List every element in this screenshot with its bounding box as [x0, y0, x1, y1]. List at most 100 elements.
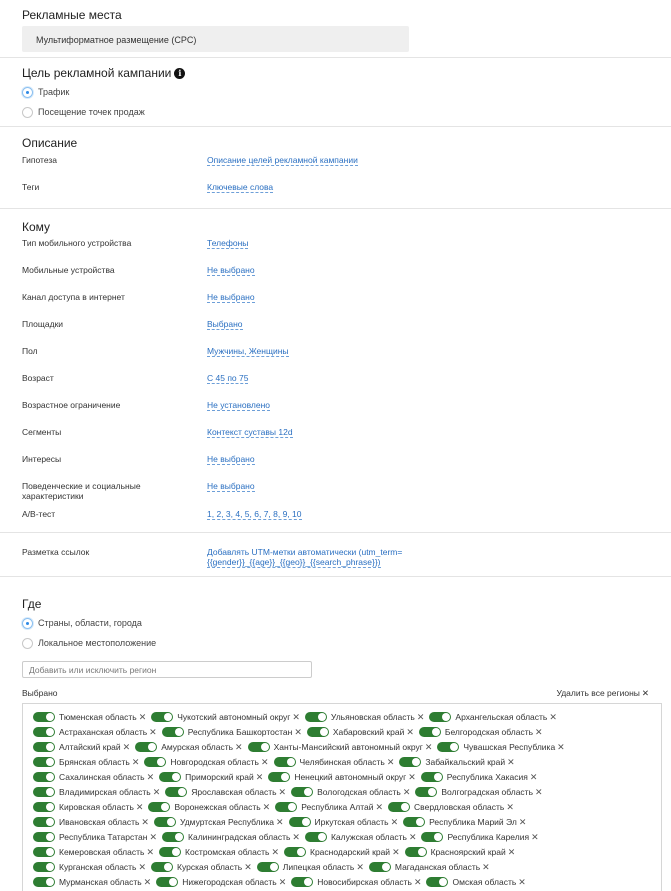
region-toggle[interactable] [148, 802, 171, 812]
remove-region-icon[interactable]: ✕ [235, 742, 243, 753]
region-toggle[interactable] [368, 862, 391, 872]
region-toggle[interactable] [275, 802, 298, 812]
remove-region-icon[interactable]: ✕ [391, 817, 399, 828]
remove-region-icon[interactable]: ✕ [153, 787, 161, 798]
region-toggle[interactable] [291, 877, 314, 887]
region-toggle[interactable] [33, 862, 55, 872]
region-toggle[interactable] [162, 832, 185, 842]
remove-region-icon[interactable]: ✕ [136, 802, 144, 813]
placement-value[interactable]: Мультиформатное размещение (CPC) [22, 26, 409, 52]
age-link[interactable]: С 45 по 75 [207, 373, 249, 384]
region-toggle[interactable] [33, 847, 55, 857]
region-toggle[interactable] [151, 712, 174, 722]
region-toggle[interactable] [421, 832, 444, 842]
remove-region-icon[interactable]: ✕ [518, 877, 526, 888]
device-type-link[interactable]: Телефоны [207, 238, 249, 249]
region-toggle[interactable] [426, 877, 449, 887]
remove-region-icon[interactable]: ✕ [123, 742, 131, 753]
region-toggle[interactable] [33, 757, 55, 767]
remove-region-icon[interactable]: ✕ [294, 727, 302, 738]
remove-region-icon[interactable]: ✕ [406, 727, 414, 738]
remove-region-icon[interactable]: ✕ [356, 862, 364, 873]
region-toggle[interactable] [135, 742, 158, 752]
region-toggle[interactable] [144, 757, 167, 767]
remove-region-icon[interactable]: ✕ [292, 832, 300, 843]
region-toggle[interactable] [33, 712, 55, 722]
remove-region-icon[interactable]: ✕ [271, 847, 279, 858]
region-toggle[interactable] [273, 757, 296, 767]
remove-region-icon[interactable]: ✕ [549, 712, 557, 723]
where-option-local[interactable]: Локальное местоположение [22, 636, 156, 650]
gender-link[interactable]: Мужчины, Женщины [207, 346, 289, 357]
utm-link-line2[interactable]: {{gender}}_{{age}}_{{geo}}_{{search_phra… [207, 557, 381, 568]
region-toggle[interactable] [156, 877, 179, 887]
region-toggle[interactable] [268, 772, 291, 782]
region-toggle[interactable] [284, 847, 306, 857]
where-option-regions[interactable]: Страны, области, города [22, 616, 142, 630]
region-toggle[interactable] [247, 742, 270, 752]
remove-region-icon[interactable]: ✕ [139, 862, 147, 873]
region-toggle[interactable] [304, 832, 327, 842]
remove-region-icon[interactable]: ✕ [279, 787, 287, 798]
remove-region-icon[interactable]: ✕ [409, 832, 417, 843]
remove-region-icon[interactable]: ✕ [530, 772, 538, 783]
remove-region-icon[interactable]: ✕ [535, 787, 543, 798]
remove-region-icon[interactable]: ✕ [276, 817, 284, 828]
region-search-input[interactable] [22, 661, 312, 678]
remove-region-icon[interactable]: ✕ [147, 772, 155, 783]
sites-link[interactable]: Выбрано [207, 319, 243, 330]
region-toggle[interactable] [165, 787, 188, 797]
remove-region-icon[interactable]: ✕ [425, 742, 433, 753]
region-toggle[interactable] [33, 817, 55, 827]
tags-link[interactable]: Ключевые слова [207, 182, 274, 193]
region-toggle[interactable] [33, 742, 55, 752]
info-icon[interactable]: i [174, 68, 186, 79]
region-toggle[interactable] [256, 862, 279, 872]
remove-region-icon[interactable]: ✕ [557, 742, 565, 753]
ab-test-link[interactable]: 1, 2, 3, 4, 5, 6, 7, 8, 9, 10 [207, 509, 302, 520]
remove-region-icon[interactable]: ✕ [417, 712, 425, 723]
remove-region-icon[interactable]: ✕ [392, 847, 400, 858]
region-toggle[interactable] [404, 847, 427, 857]
remove-region-icon[interactable]: ✕ [149, 832, 157, 843]
region-toggle[interactable] [33, 802, 55, 812]
remove-region-icon[interactable]: ✕ [292, 712, 300, 723]
region-toggle[interactable] [415, 787, 438, 797]
region-toggle[interactable] [429, 712, 452, 722]
remove-region-icon[interactable]: ✕ [414, 877, 422, 888]
region-toggle[interactable] [33, 772, 55, 782]
region-toggle[interactable] [151, 862, 174, 872]
remove-region-icon[interactable]: ✕ [263, 802, 271, 813]
remove-region-icon[interactable]: ✕ [376, 802, 384, 813]
region-toggle[interactable] [288, 817, 311, 827]
region-toggle[interactable] [153, 817, 176, 827]
region-toggle[interactable] [304, 712, 327, 722]
remove-region-icon[interactable]: ✕ [507, 757, 515, 768]
remove-all-regions-button[interactable]: Удалить все регионы ✕ [556, 688, 649, 699]
region-toggle[interactable] [418, 727, 441, 737]
region-toggle[interactable] [399, 757, 422, 767]
remove-region-icon[interactable]: ✕ [531, 832, 539, 843]
region-toggle[interactable] [33, 877, 55, 887]
goal-option-visits[interactable]: Посещение точек продаж [22, 105, 145, 119]
behavior-link[interactable]: Не выбрано [207, 481, 255, 492]
interests-link[interactable]: Не выбрано [207, 454, 255, 465]
remove-region-icon[interactable]: ✕ [256, 772, 264, 783]
channel-link[interactable]: Не выбрано [207, 292, 255, 303]
goal-option-traffic[interactable]: Трафик [22, 85, 69, 99]
age-restriction-link[interactable]: Не установлено [207, 400, 271, 411]
remove-region-icon[interactable]: ✕ [408, 772, 416, 783]
region-toggle[interactable] [388, 802, 411, 812]
remove-region-icon[interactable]: ✕ [146, 847, 154, 858]
hypothesis-link[interactable]: Описание целей рекламной кампании [207, 155, 358, 166]
remove-region-icon[interactable]: ✕ [149, 727, 157, 738]
remove-region-icon[interactable]: ✕ [403, 787, 411, 798]
remove-region-icon[interactable]: ✕ [244, 862, 252, 873]
remove-region-icon[interactable]: ✕ [535, 727, 543, 738]
remove-region-icon[interactable]: ✕ [144, 877, 152, 888]
remove-region-icon[interactable]: ✕ [139, 712, 147, 723]
utm-link-line1[interactable]: Добавлять UTM-метки автоматически (utm_t… [207, 547, 402, 557]
region-toggle[interactable] [291, 787, 314, 797]
region-toggle[interactable] [159, 772, 182, 782]
region-toggle[interactable] [33, 787, 55, 797]
